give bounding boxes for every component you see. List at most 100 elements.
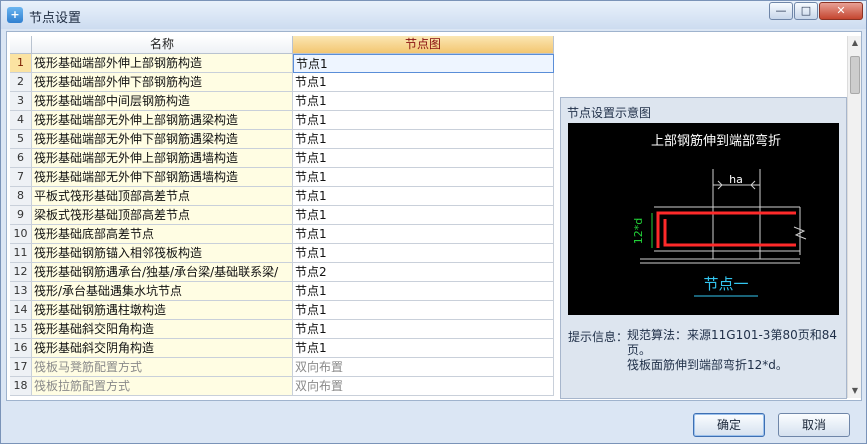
row-name-cell: 平板式筏形基础顶部高差节点 (32, 187, 293, 206)
table-row[interactable]: 11 筏形基础钢筋锚入相邻筏板构造 节点1 (10, 244, 558, 263)
row-node-cell[interactable]: 节点1 (293, 301, 554, 320)
row-name-cell: 筏形基础端部无外伸下部钢筋遇梁构造 (32, 130, 293, 149)
row-number: 18 (10, 377, 32, 396)
row-name-cell: 梁板式筏形基础顶部高差节点 (32, 206, 293, 225)
table-row[interactable]: 6 筏形基础端部无外伸上部钢筋遇墙构造 节点1 (10, 149, 558, 168)
grid-header: 名称 节点图 (10, 36, 558, 54)
maximize-button[interactable]: □ (794, 2, 818, 20)
row-name-cell: 筏形基础端部中间层钢筋构造 (32, 92, 293, 111)
row-node-cell[interactable]: 节点2 (293, 263, 554, 282)
row-number: 11 (10, 244, 32, 263)
dimension-12d: 12*d (632, 218, 645, 244)
row-node-cell[interactable]: 节点1 (293, 244, 554, 263)
dimension-ha: ha (729, 173, 743, 186)
row-node-cell[interactable]: 节点1 (293, 187, 554, 206)
table-row[interactable]: 9 梁板式筏形基础顶部高差节点 节点1 (10, 206, 558, 225)
row-number: 5 (10, 130, 32, 149)
table-row[interactable]: 17 筏板马凳筋配置方式 双向布置 (10, 358, 558, 377)
node-settings-grid: 名称 节点图 1 筏形基础端部外伸上部钢筋构造 节点1 2 筏形基础端部外伸下部钢筋构造… (10, 36, 558, 399)
row-name-cell: 筏形基础端部无外伸下部钢筋遇墙构造 (32, 168, 293, 187)
row-node-cell[interactable]: 节点1 (293, 168, 554, 187)
dialog-client-area: 名称 节点图 1 筏形基础端部外伸上部钢筋构造 节点1 2 筏形基础端部外伸下部钢筋构造… (6, 31, 862, 401)
row-number: 15 (10, 320, 32, 339)
row-number: 13 (10, 282, 32, 301)
row-number: 2 (10, 73, 32, 92)
row-number: 12 (10, 263, 32, 282)
table-row[interactable]: 2 筏形基础端部外伸下部钢筋构造 节点1 (10, 73, 558, 92)
scroll-up-arrow-icon[interactable]: ▲ (848, 36, 862, 50)
row-name-cell: 筏形基础端部无外伸上部钢筋遇梁构造 (32, 111, 293, 130)
row-name-cell: 筏形基础底部高差节点 (32, 225, 293, 244)
table-row[interactable]: 18 筏板拉筋配置方式 双向布置 (10, 377, 558, 396)
node-diagram-canvas: 上部钢筋伸到端部弯折 ha 12*d 节点一 (568, 123, 839, 315)
grid-body: 1 筏形基础端部外伸上部钢筋构造 节点1 2 筏形基础端部外伸下部钢筋构造 节点1 3 筏形基… (10, 54, 558, 396)
row-number: 1 (10, 54, 32, 73)
table-row[interactable]: 7 筏形基础端部无外伸下部钢筋遇墙构造 节点1 (10, 168, 558, 187)
header-name[interactable]: 名称 (32, 36, 293, 54)
row-number: 16 (10, 339, 32, 358)
scroll-down-arrow-icon[interactable]: ▼ (848, 384, 862, 398)
table-row[interactable]: 4 筏形基础端部无外伸上部钢筋遇梁构造 节点1 (10, 111, 558, 130)
hint-text: 规范算法：来源11G101-3第80页和84页。 筏板面筋伸到端部弯折12*d。 (627, 328, 845, 373)
hint-label: 提示信息： (568, 330, 629, 344)
row-number: 9 (10, 206, 32, 225)
table-row[interactable]: 12 筏形基础钢筋遇承台/独基/承台梁/基础联系梁/节点2 (10, 263, 558, 282)
table-row[interactable]: 1 筏形基础端部外伸上部钢筋构造 节点1 (10, 54, 558, 73)
row-name-cell: 筏形基础钢筋遇承台/独基/承台梁/基础联系梁/ (32, 263, 293, 282)
row-node-cell[interactable]: 双向布置 (293, 377, 554, 396)
table-row[interactable]: 14 筏形基础钢筋遇柱墩构造 节点1 (10, 301, 558, 320)
hint-line-1: 规范算法：来源11G101-3第80页和84页。 (627, 328, 837, 357)
hint-line-2: 筏板面筋伸到端部弯折12*d。 (627, 358, 788, 372)
row-name-cell: 筏形基础端部外伸上部钢筋构造 (32, 54, 293, 73)
row-number: 8 (10, 187, 32, 206)
cancel-button[interactable]: 取消 (778, 413, 850, 437)
scroll-thumb[interactable] (850, 56, 860, 94)
vertical-scrollbar[interactable]: ▲ ▼ (847, 36, 861, 398)
top-rebar (656, 211, 796, 248)
row-node-cell[interactable]: 节点1 (293, 130, 554, 149)
minimize-button[interactable]: — (769, 2, 793, 20)
window-title: 节点设置 (29, 11, 82, 26)
table-row[interactable]: 16 筏形基础斜交阴角构造 节点1 (10, 339, 558, 358)
table-row[interactable]: 10 筏形基础底部高差节点 节点1 (10, 225, 558, 244)
preview-panel: 节点设置示意图 上部钢筋伸到端部弯折 ha 12*d 节点一 提示信息： 规范算… (560, 97, 847, 399)
node-settings-window: + 节点设置 — □ ✕ 名称 节点图 1 筏形基础端部外伸上部钢筋构造 节点1 2 筏… (0, 0, 867, 444)
row-node-cell[interactable]: 节点1 (293, 149, 554, 168)
row-node-cell[interactable]: 节点1 (293, 111, 554, 130)
preview-title: 节点设置示意图 (567, 106, 652, 120)
app-icon: + (7, 7, 23, 23)
row-name-cell: 筏形基础斜交阳角构造 (32, 320, 293, 339)
row-name-cell: 筏形基础端部无外伸上部钢筋遇墙构造 (32, 149, 293, 168)
row-name-cell: 筏形基础端部外伸下部钢筋构造 (32, 73, 293, 92)
node-label: 节点一 (703, 275, 748, 293)
row-number: 7 (10, 168, 32, 187)
row-node-cell[interactable]: 节点1 (293, 206, 554, 225)
row-node-cell[interactable]: 节点1 (293, 54, 554, 73)
row-node-cell[interactable]: 节点1 (293, 282, 554, 301)
row-node-cell[interactable]: 节点1 (293, 320, 554, 339)
row-name-cell: 筏板马凳筋配置方式 (32, 358, 293, 377)
row-name-cell: 筏形基础钢筋遇柱墩构造 (32, 301, 293, 320)
table-row[interactable]: 3 筏形基础端部中间层钢筋构造 节点1 (10, 92, 558, 111)
table-row[interactable]: 8 平板式筏形基础顶部高差节点 节点1 (10, 187, 558, 206)
close-button[interactable]: ✕ (819, 2, 863, 20)
node-diagram: 上部钢筋伸到端部弯折 ha 12*d 节点一 (632, 133, 807, 297)
ok-button[interactable]: 确定 (693, 413, 765, 437)
row-number: 14 (10, 301, 32, 320)
row-node-cell[interactable]: 节点1 (293, 225, 554, 244)
table-row[interactable]: 5 筏形基础端部无外伸下部钢筋遇梁构造 节点1 (10, 130, 558, 149)
row-name-cell: 筏形基础斜交阴角构造 (32, 339, 293, 358)
table-row[interactable]: 15 筏形基础斜交阳角构造 节点1 (10, 320, 558, 339)
row-node-cell[interactable]: 节点1 (293, 92, 554, 111)
titlebar: + 节点设置 — □ ✕ (1, 1, 866, 29)
row-number: 4 (10, 111, 32, 130)
row-node-cell[interactable]: 双向布置 (293, 358, 554, 377)
header-row-number (10, 36, 32, 54)
table-row[interactable]: 13 筏形/承台基础遇集水坑节点 节点1 (10, 282, 558, 301)
header-node-diagram[interactable]: 节点图 (293, 36, 554, 54)
row-node-cell[interactable]: 节点1 (293, 339, 554, 358)
diagram-title: 上部钢筋伸到端部弯折 (651, 133, 781, 149)
row-number: 3 (10, 92, 32, 111)
row-name-cell: 筏板拉筋配置方式 (32, 377, 293, 396)
row-node-cell[interactable]: 节点1 (293, 73, 554, 92)
